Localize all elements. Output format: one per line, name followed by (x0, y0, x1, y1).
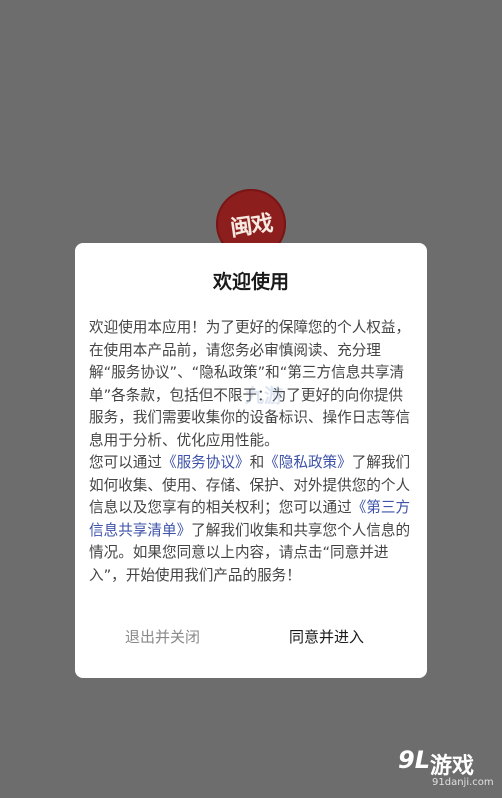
exit-button[interactable]: 退出并关闭 (125, 626, 200, 647)
brand-watermark: 9L 游戏 91danji.com (398, 746, 498, 790)
privacy-dialog: 欢迎使用 欢迎使用本应用！为了更好的保障您的个人权益，在使用本产品前，请您务必审… (75, 243, 427, 678)
links-paragraph: 您可以通过《服务协议》和《隐私政策》了解我们如何收集、使用、存储、保护、对外提供… (89, 452, 413, 587)
brand-name: 游戏 (430, 754, 475, 779)
app-logo-text: 闽戏 (228, 210, 274, 242)
brand-logo-icon: 9L (398, 746, 430, 774)
privacy-policy-link[interactable]: 《隐私政策》 (264, 454, 352, 471)
text-prefix: 您可以通过 (89, 454, 162, 471)
dialog-body: 欢迎使用本应用！为了更好的保障您的个人权益，在使用本产品前，请您务必审慎阅读、充… (89, 317, 413, 587)
brand-domain: 91danji.com (432, 777, 494, 788)
agree-button[interactable]: 同意并进入 (289, 626, 364, 647)
intro-paragraph: 欢迎使用本应用！为了更好的保障您的个人权益，在使用本产品前，请您务必审慎阅读、充… (89, 319, 411, 449)
dialog-title: 欢迎使用 (212, 271, 289, 293)
service-agreement-link[interactable]: 《服务协议》 (162, 454, 250, 471)
text-and: 和 (249, 454, 265, 471)
